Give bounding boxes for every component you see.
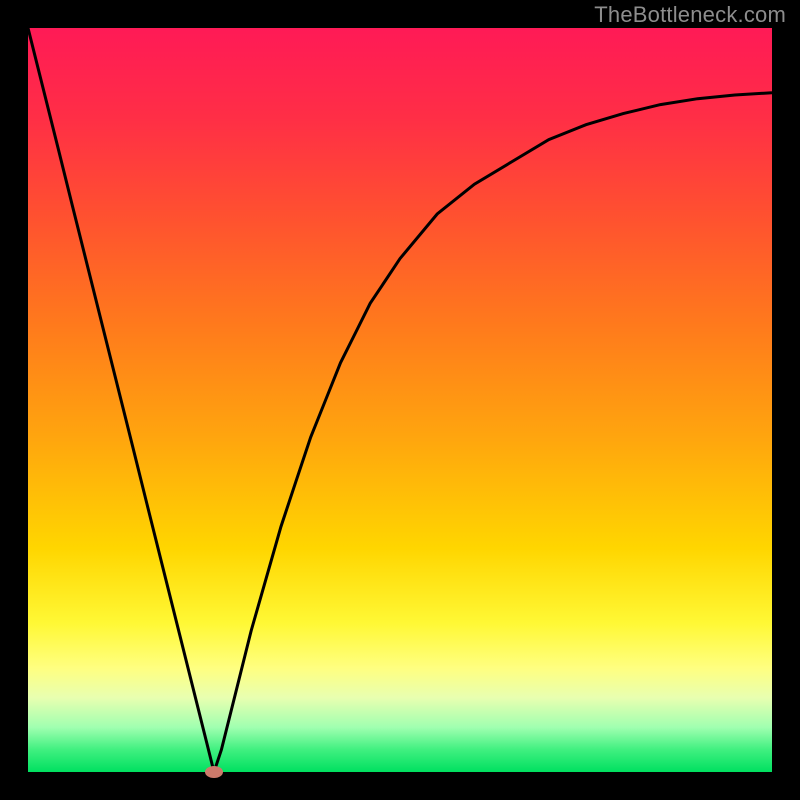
watermark-text: TheBottleneck.com xyxy=(594,2,786,28)
plot-background xyxy=(28,28,772,772)
optimal-point-marker xyxy=(205,766,223,778)
chart-frame: { "watermark": "TheBottleneck.com", "col… xyxy=(0,0,800,800)
bottleneck-chart xyxy=(0,0,800,800)
